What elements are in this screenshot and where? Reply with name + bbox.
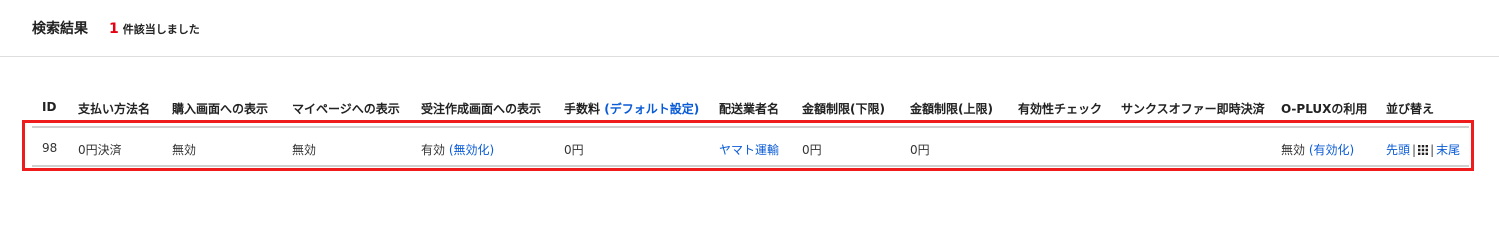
- col-order-display: 受注作成画面への表示: [421, 102, 542, 116]
- col-thanks-offer: サンクスオファー即時決済: [1121, 102, 1265, 116]
- cell-sort: 先頭 | | 末尾: [1386, 141, 1460, 158]
- cell-oplux: 無効 (有効化): [1281, 141, 1354, 158]
- sort-separator-2: |: [1430, 143, 1435, 157]
- order-display-disable-link[interactable]: (無効化): [449, 143, 494, 157]
- oplux-status: 無効: [1281, 143, 1306, 157]
- col-carrier: 配送業者名: [719, 102, 780, 116]
- cell-id: 98: [42, 141, 58, 155]
- grid-icon[interactable]: [1418, 144, 1429, 155]
- result-count: 1: [109, 21, 119, 37]
- col-amount-max: 金額制限(上限): [910, 102, 993, 116]
- order-display-status: 有効: [421, 143, 446, 157]
- search-result-header: 検索結果 1 件該当しました: [32, 18, 200, 38]
- col-fee-label: 手数料: [564, 102, 601, 116]
- sort-last-link[interactable]: 末尾: [1436, 143, 1460, 157]
- sort-first-link[interactable]: 先頭: [1386, 143, 1410, 157]
- cell-amount-min: 0円: [802, 143, 822, 157]
- cell-purchase-display: 無効: [172, 143, 197, 157]
- col-purchase-display: 購入画面への表示: [172, 102, 269, 116]
- cell-fee: 0円: [564, 143, 584, 157]
- result-count-suffix: 件該当しました: [122, 23, 200, 36]
- col-fee: 手数料 (デフォルト設定): [564, 100, 699, 117]
- col-oplux: O-PLUXの利用: [1281, 102, 1368, 116]
- col-validity-check: 有効性チェック: [1018, 102, 1103, 116]
- sort-separator: |: [1412, 143, 1417, 157]
- col-mypage-display: マイページへの表示: [292, 102, 400, 116]
- cell-order-display: 有効 (無効化): [421, 141, 494, 158]
- header-divider: [0, 56, 1499, 57]
- cell-amount-max: 0円: [910, 143, 930, 157]
- search-result-title: 検索結果: [32, 21, 88, 37]
- col-sort: 並び替え: [1386, 102, 1435, 116]
- fee-default-link[interactable]: (デフォルト設定): [604, 102, 699, 116]
- oplux-enable-link[interactable]: (有効化): [1309, 143, 1354, 157]
- col-id: ID: [42, 100, 57, 114]
- cell-mypage-display: 無効: [292, 143, 317, 157]
- col-amount-min: 金額制限(下限): [802, 102, 885, 116]
- col-payment-method: 支払い方法名: [78, 102, 151, 116]
- cell-payment-method: 0円決済: [78, 143, 122, 157]
- cell-carrier-link[interactable]: ヤマト運輸: [719, 141, 779, 158]
